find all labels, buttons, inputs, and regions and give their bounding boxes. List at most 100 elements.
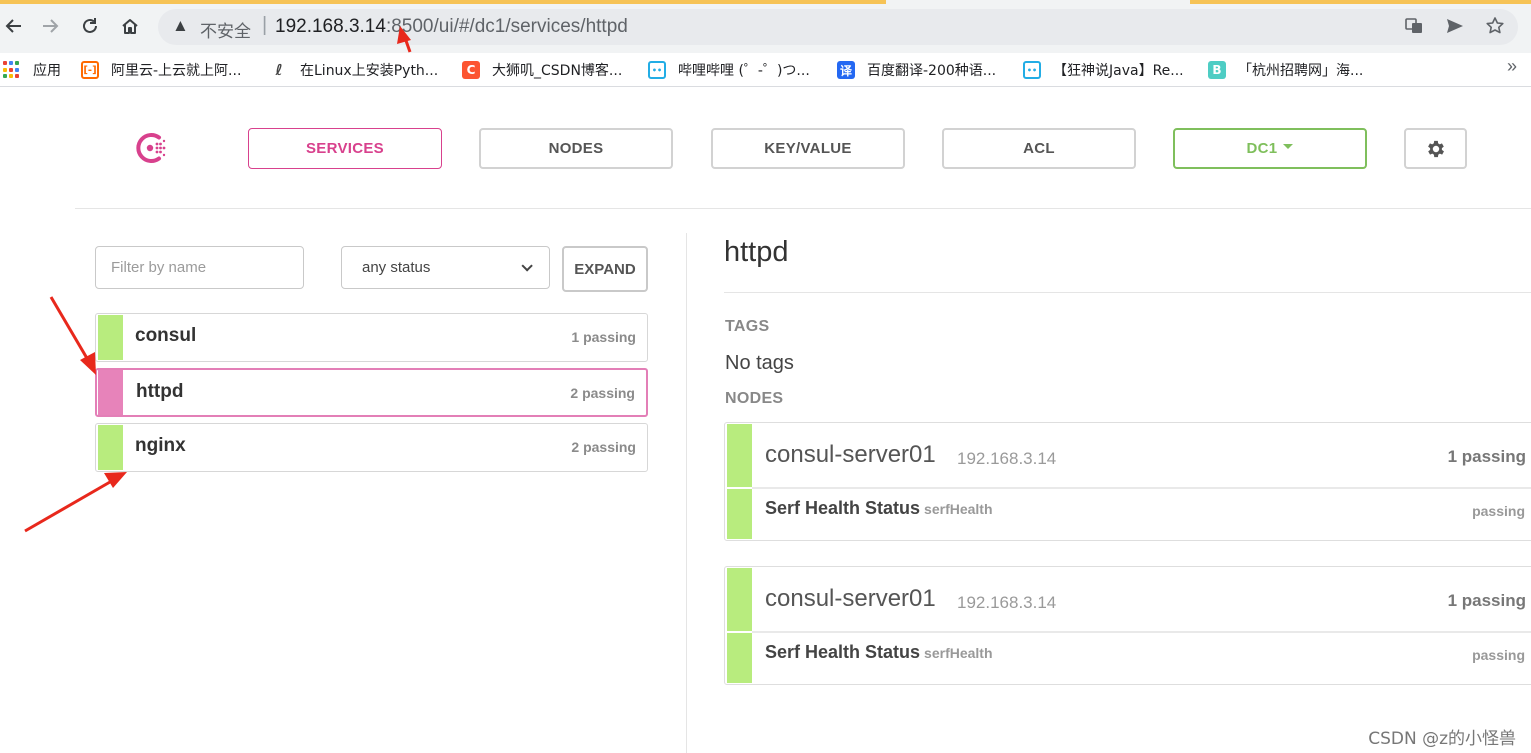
node-status: 1 passing xyxy=(1447,591,1526,610)
tab-acl[interactable]: ACL xyxy=(942,128,1136,169)
bookmark-csdn[interactable]: C 大狮叽_CSDN博客... xyxy=(462,59,622,81)
health-check: Serf Health Status serfHealth xyxy=(765,642,993,663)
service-name: nginx xyxy=(135,435,186,456)
bookmark-kuangshen-java[interactable]: •• 【狂神说Java】Re... xyxy=(1023,59,1184,81)
linux-icon: ℓ xyxy=(270,61,288,79)
bookmarks-bar: 应用 [-] 阿里云-上云就上阿... ℓ 在Linux上安装Pyth... C… xyxy=(0,53,1531,87)
bookmark-label: 阿里云-上云就上阿... xyxy=(111,63,242,79)
status-filter-select[interactable]: any status xyxy=(341,246,550,289)
check-id: serfHealth xyxy=(924,645,993,661)
caret-down-icon xyxy=(1283,144,1294,149)
security-label: 不安全 xyxy=(200,22,251,42)
bookmark-label: 在Linux上安装Pyth... xyxy=(300,63,439,79)
forward-icon[interactable] xyxy=(36,12,64,40)
node-card-divider xyxy=(752,487,1531,489)
tab-strip-accent xyxy=(1190,0,1531,4)
check-id: serfHealth xyxy=(924,501,993,517)
health-status-bar xyxy=(98,425,123,470)
bookmark-aliyun[interactable]: [-] 阿里云-上云就上阿... xyxy=(81,59,241,81)
bookmark-hangzhou-jobs[interactable]: B 「杭州招聘网」海... xyxy=(1208,59,1363,81)
service-name: consul xyxy=(135,325,197,346)
tags-heading: TAGS xyxy=(725,318,770,335)
node-health-bar xyxy=(727,568,752,631)
url-path: :8500/ui/#/dc1/services/httpd xyxy=(385,16,628,37)
service-detail-title: httpd xyxy=(724,236,789,268)
health-check: Serf Health Status serfHealth xyxy=(765,498,993,519)
check-name: Serf Health Status xyxy=(765,642,921,662)
bookmark-star-icon[interactable] xyxy=(1485,16,1505,41)
warning-icon: ▲ xyxy=(172,16,189,35)
nodes-heading: NODES xyxy=(725,390,784,407)
check-status: passing xyxy=(1472,647,1525,663)
bookmark-label: 哔哩哔哩 (゜-゜)つ... xyxy=(678,63,810,79)
bookmark-label: 百度翻译-200种语... xyxy=(867,63,997,79)
filter-by-name-input[interactable] xyxy=(95,246,304,289)
node-status: 1 passing xyxy=(1447,447,1526,466)
node-address: 192.168.3.14 xyxy=(957,593,1057,612)
datacenter-dropdown[interactable]: DC1 xyxy=(1173,128,1367,169)
bookmark-baidu-translate[interactable]: 译 百度翻译-200种语... xyxy=(837,59,996,81)
tab-key-value[interactable]: KEY/VALUE xyxy=(711,128,905,169)
address-separator: | xyxy=(262,14,268,36)
tab-strip-accent xyxy=(0,0,886,4)
node-name[interactable]: consul-server01 xyxy=(765,585,936,613)
settings-button[interactable] xyxy=(1404,128,1467,169)
header-divider xyxy=(75,208,1531,209)
column-divider xyxy=(686,233,687,753)
bookmark-apps[interactable]: 应用 xyxy=(3,59,61,81)
service-row-httpd[interactable]: httpd 2 passing xyxy=(95,368,648,417)
browser-toolbar: ▲ 不安全 | 192.168.3.14:8500/ui/#/dc1/servi… xyxy=(0,0,1531,53)
service-status: 2 passing xyxy=(571,439,636,455)
node-card-divider xyxy=(752,631,1531,633)
url-host: 192.168.3.14 xyxy=(275,16,386,37)
check-status: passing xyxy=(1472,503,1525,519)
watermark: CSDN @z的小怪兽 xyxy=(1368,729,1516,749)
baidu-translate-icon: 译 xyxy=(837,61,855,79)
bookmark-label: 「杭州招聘网」海... xyxy=(1238,63,1364,79)
check-health-bar xyxy=(727,633,752,683)
node-name[interactable]: consul-server01 xyxy=(765,441,936,469)
bookmark-label: 应用 xyxy=(33,63,61,79)
bilibili-icon: •• xyxy=(648,61,666,79)
tags-value: No tags xyxy=(725,352,794,374)
back-icon[interactable] xyxy=(0,12,28,40)
bookmark-bilibili[interactable]: •• 哔哩哔哩 (゜-゜)つ... xyxy=(648,59,810,81)
apps-grid-icon xyxy=(3,61,21,79)
datacenter-label: DC1 xyxy=(1246,140,1278,157)
service-status: 2 passing xyxy=(570,385,635,401)
gear-icon xyxy=(1427,140,1444,157)
tab-services[interactable]: SERVICES xyxy=(248,128,442,169)
detail-divider xyxy=(724,292,1531,293)
b-icon: B xyxy=(1208,61,1226,79)
check-health-bar xyxy=(727,489,752,539)
node-health-bar xyxy=(727,424,752,487)
health-status-bar xyxy=(98,315,123,360)
home-icon[interactable] xyxy=(116,12,144,40)
aliyun-icon: [-] xyxy=(81,61,99,79)
bookmarks-overflow-icon[interactable]: » xyxy=(1507,56,1517,77)
bookmark-label: 大狮叽_CSDN博客... xyxy=(492,63,623,79)
service-row-nginx[interactable]: nginx 2 passing xyxy=(95,423,648,472)
node-card[interactable]: consul-server01 192.168.3.14 1 passing S… xyxy=(724,422,1531,541)
consul-logo-icon[interactable] xyxy=(133,130,169,166)
translate-icon[interactable] xyxy=(1404,16,1424,41)
check-name: Serf Health Status xyxy=(765,498,921,518)
bilibili-icon: •• xyxy=(1023,61,1041,79)
service-name: httpd xyxy=(136,381,184,402)
tab-nodes[interactable]: NODES xyxy=(479,128,673,169)
expand-button[interactable]: EXPAND xyxy=(562,246,648,292)
annotation-arrow-httpd xyxy=(49,296,96,375)
send-icon[interactable] xyxy=(1445,16,1465,41)
chevron-down-icon xyxy=(521,259,533,272)
bookmark-linux-python[interactable]: ℓ 在Linux上安装Pyth... xyxy=(270,59,438,81)
csdn-icon: C xyxy=(462,61,480,79)
annotation-arrow-nginx xyxy=(24,472,127,533)
url-text[interactable]: 192.168.3.14:8500/ui/#/dc1/services/http… xyxy=(275,16,628,38)
status-filter-value: any status xyxy=(362,259,431,276)
service-row-consul[interactable]: consul 1 passing xyxy=(95,313,648,362)
reload-icon[interactable] xyxy=(76,12,104,40)
bookmark-label: 【狂神说Java】Re... xyxy=(1053,63,1184,79)
node-address: 192.168.3.14 xyxy=(957,449,1057,468)
node-card[interactable]: consul-server01 192.168.3.14 1 passing S… xyxy=(724,566,1531,685)
address-bar[interactable]: ▲ 不安全 | 192.168.3.14:8500/ui/#/dc1/servi… xyxy=(158,9,1518,45)
